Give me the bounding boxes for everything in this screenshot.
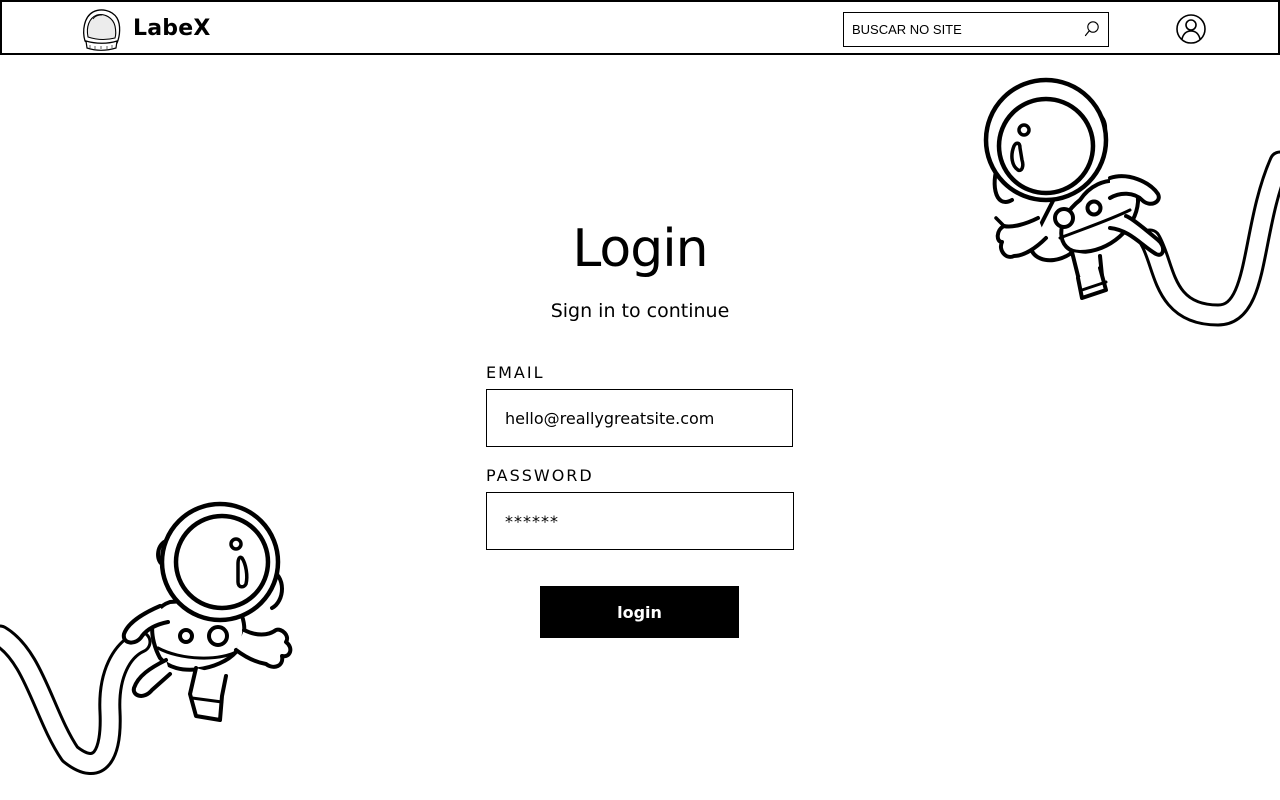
email-label: EMAIL [486,363,545,382]
search-input[interactable] [844,13,1080,46]
search-bar [843,12,1109,47]
astronaut-illustration [0,490,320,790]
astronaut-illustration [960,70,1280,330]
password-label: PASSWORD [486,466,594,485]
login-button[interactable]: login [540,586,739,638]
search-icon[interactable] [1083,20,1101,38]
astronaut-helmet-icon[interactable] [81,7,121,51]
email-field[interactable] [486,389,793,447]
password-field[interactable] [486,492,794,550]
user-icon[interactable] [1175,13,1207,45]
page-title: Login [572,219,708,279]
page-subtitle: Sign in to continue [550,300,730,322]
top-navbar: LabeX [0,0,1280,55]
brand-name[interactable]: LabeX [133,16,211,41]
